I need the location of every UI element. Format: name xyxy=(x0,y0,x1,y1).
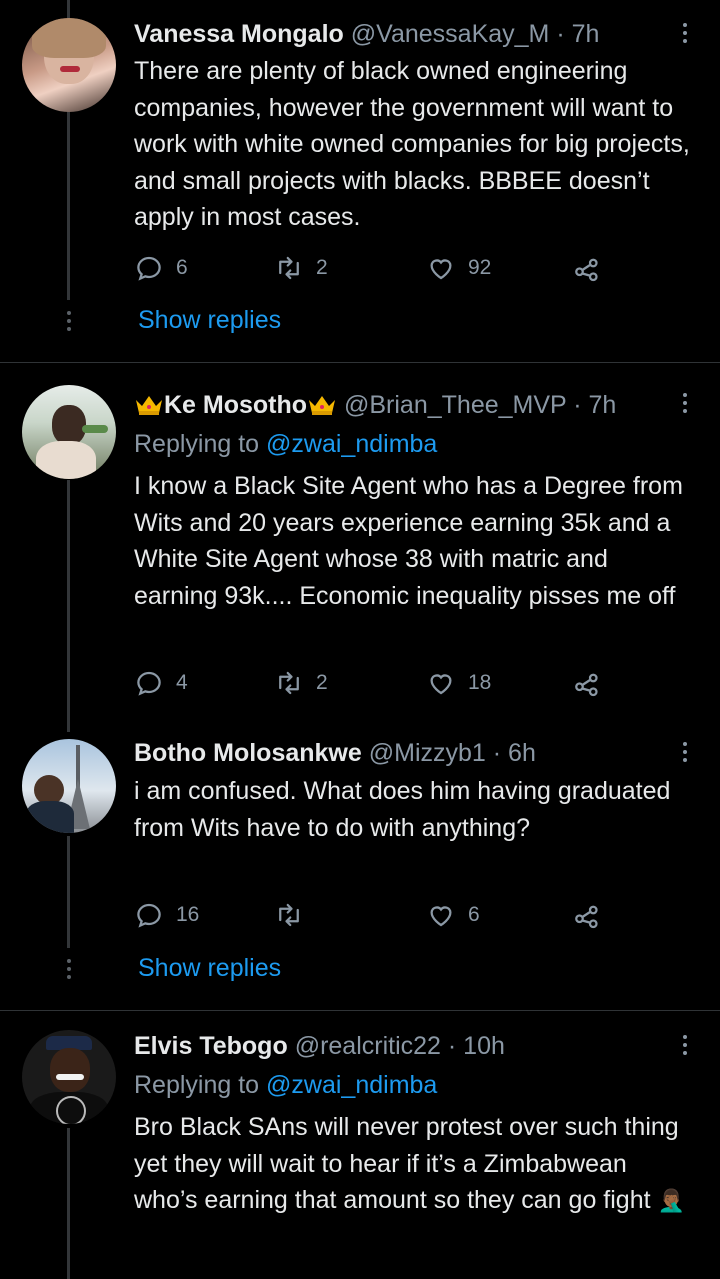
action-bar: 6 2 92 xyxy=(134,251,614,285)
mention-link[interactable]: @zwai_ndimba xyxy=(266,1071,437,1099)
replying-label: Replying to xyxy=(134,430,260,458)
reply-button[interactable]: 4 xyxy=(134,666,188,700)
thread-line xyxy=(67,1128,70,1279)
retweet-icon xyxy=(279,903,299,927)
author-line: Vanessa Mongalo @VanessaKay_M · 7h xyxy=(134,18,599,50)
retweet-button[interactable]: 2 xyxy=(274,666,328,700)
like-count: 18 xyxy=(468,671,492,694)
author-name[interactable]: Ke Mosotho xyxy=(164,391,307,419)
like-count: 92 xyxy=(468,256,492,279)
heart-icon xyxy=(430,906,452,927)
thread-line xyxy=(67,836,70,948)
share-icon xyxy=(575,673,598,697)
thread-dots xyxy=(64,959,74,983)
share-button[interactable] xyxy=(572,898,602,932)
author-handle[interactable]: @Mizzyb1 xyxy=(369,739,486,767)
tweet-text: There are plenty of black owned engineer… xyxy=(134,57,690,231)
replying-label: Replying to xyxy=(134,1071,260,1099)
crown-icon xyxy=(136,396,162,415)
like-button[interactable]: 92 xyxy=(426,251,491,285)
heart-icon xyxy=(430,674,452,695)
share-icon xyxy=(575,258,598,282)
retweet-icon xyxy=(279,256,299,280)
author-name[interactable]: Elvis Tebogo xyxy=(134,1032,288,1060)
avatar[interactable] xyxy=(22,739,116,833)
tweet-text-content: Bro Black SAns will never protest over s… xyxy=(134,1113,679,1214)
tweet-text: I know a Black Site Agent who has a Degr… xyxy=(134,472,683,610)
show-replies-link[interactable]: Show replies xyxy=(138,954,281,983)
action-bar: 16 6 xyxy=(134,898,614,932)
timestamp[interactable]: · 6h xyxy=(493,739,536,767)
author-line: Elvis Tebogo @realcritic22 · 10h xyxy=(134,1030,505,1062)
mention-link[interactable]: @zwai_ndimba xyxy=(266,430,437,458)
tweet-text: Bro Black SAns will never protest over s… xyxy=(134,1109,694,1220)
reply-count: 6 xyxy=(176,256,188,279)
like-button[interactable]: 18 xyxy=(426,666,491,700)
thread-line xyxy=(67,480,70,732)
crown-icon xyxy=(309,396,336,415)
replying-to: Replying to @zwai_ndimba xyxy=(134,1069,437,1101)
reply-count: 16 xyxy=(176,903,200,926)
reply-button[interactable]: 6 xyxy=(134,251,188,285)
action-bar: 4 2 18 xyxy=(134,666,614,700)
more-options-icon[interactable] xyxy=(676,739,694,769)
show-replies-link[interactable]: Show replies xyxy=(138,306,281,335)
reply-icon xyxy=(137,256,161,281)
heart-icon xyxy=(430,259,452,280)
share-button[interactable] xyxy=(572,666,602,700)
more-options-icon[interactable] xyxy=(676,1032,694,1062)
retweet-icon xyxy=(279,671,299,695)
retweet-button[interactable] xyxy=(274,898,316,932)
reply-icon xyxy=(137,903,161,928)
retweet-count: 2 xyxy=(316,671,328,694)
like-button[interactable]: 6 xyxy=(426,898,480,932)
replying-to: Replying to @zwai_ndimba xyxy=(134,428,437,460)
author-name[interactable]: Botho Molosankwe xyxy=(134,739,362,767)
avatar[interactable] xyxy=(22,385,116,479)
share-icon xyxy=(575,905,598,929)
divider xyxy=(0,1010,720,1011)
author-handle[interactable]: @realcritic22 xyxy=(295,1032,441,1060)
reply-icon xyxy=(137,671,161,696)
author-line: Botho Molosankwe @Mizzyb1 · 6h xyxy=(134,737,536,769)
tweet-text: i am confused. What does him having grad… xyxy=(134,777,671,842)
retweet-count: 2 xyxy=(316,256,328,279)
more-options-icon[interactable] xyxy=(676,390,694,420)
author-line: Ke Mosotho @Brian_Thee_MVP · 7h xyxy=(134,389,616,421)
author-handle[interactable]: @Brian_Thee_MVP xyxy=(344,391,566,419)
more-options-icon[interactable] xyxy=(676,20,694,50)
avatar[interactable] xyxy=(22,18,116,112)
facepalm-emoji: 🤦🏾‍♂️ xyxy=(657,1188,685,1213)
timestamp[interactable]: · 10h xyxy=(448,1032,505,1060)
retweet-button[interactable]: 2 xyxy=(274,251,328,285)
timestamp[interactable]: · 7h xyxy=(556,20,599,48)
author-name[interactable]: Vanessa Mongalo xyxy=(134,20,344,48)
share-button[interactable] xyxy=(572,251,602,285)
reply-button[interactable]: 16 xyxy=(134,898,199,932)
reply-count: 4 xyxy=(176,671,188,694)
like-count: 6 xyxy=(468,903,480,926)
divider xyxy=(0,362,720,363)
timestamp[interactable]: · 7h xyxy=(573,391,616,419)
author-handle[interactable]: @VanessaKay_M xyxy=(351,20,550,48)
thread-dots xyxy=(64,311,74,335)
avatar[interactable] xyxy=(22,1030,116,1124)
